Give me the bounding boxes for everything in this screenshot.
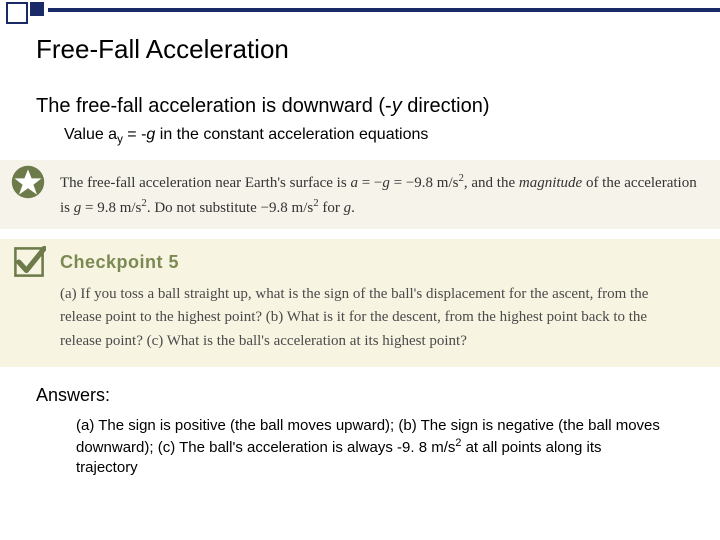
star-icon	[10, 164, 46, 200]
sub-mid: = -	[123, 126, 147, 143]
lead-pre: The free-fall acceleration is downward (…	[36, 95, 392, 117]
callout-t4: , and the	[464, 175, 519, 191]
header-rule	[48, 8, 720, 12]
checkpoint-title: Checkpoint 5	[60, 249, 690, 277]
callout-t9: .	[351, 200, 355, 216]
callout-t1: The free-fall acceleration near Earth's …	[60, 175, 350, 191]
callout-a: a	[350, 175, 358, 191]
sub-text: Value ay = -g in the constant accelerati…	[64, 126, 684, 146]
checkpoint-callout: Checkpoint 5 (a) If you toss a ball stra…	[0, 239, 720, 367]
lead-var: y	[392, 95, 402, 117]
callout-t6: = 9.8 m/s	[81, 200, 141, 216]
answers-body: (a) The sign is positive (the ball moves…	[76, 416, 664, 479]
callout-g3: g	[344, 200, 352, 216]
slide-content: Free-Fall Acceleration The free-fall acc…	[0, 34, 720, 479]
square-outline-icon	[6, 2, 28, 24]
lead-post: direction)	[402, 95, 490, 117]
callout-g1: g	[382, 175, 390, 191]
tip-callout: The free-fall acceleration near Earth's …	[0, 160, 720, 229]
callout-t8: for	[319, 200, 344, 216]
sub-pre: Value a	[64, 126, 117, 143]
checkpoint-body: (a) If you toss a ball straight up, what…	[60, 283, 690, 353]
callout-t2: = −	[358, 175, 382, 191]
sub-g: g	[146, 126, 155, 143]
sub-post: in the constant acceleration equations	[155, 126, 428, 143]
callout-mag: magnitude	[519, 175, 582, 191]
header-decoration	[0, 0, 720, 28]
page-title: Free-Fall Acceleration	[36, 34, 684, 65]
lead-text: The free-fall acceleration is downward (…	[36, 95, 684, 118]
callout-t3: = −9.8 m/s	[390, 175, 459, 191]
check-icon	[12, 245, 46, 279]
square-filled-icon	[30, 2, 44, 16]
answers-label: Answers:	[36, 385, 684, 406]
callout-t7: . Do not substitute −9.8 m/s	[147, 200, 313, 216]
